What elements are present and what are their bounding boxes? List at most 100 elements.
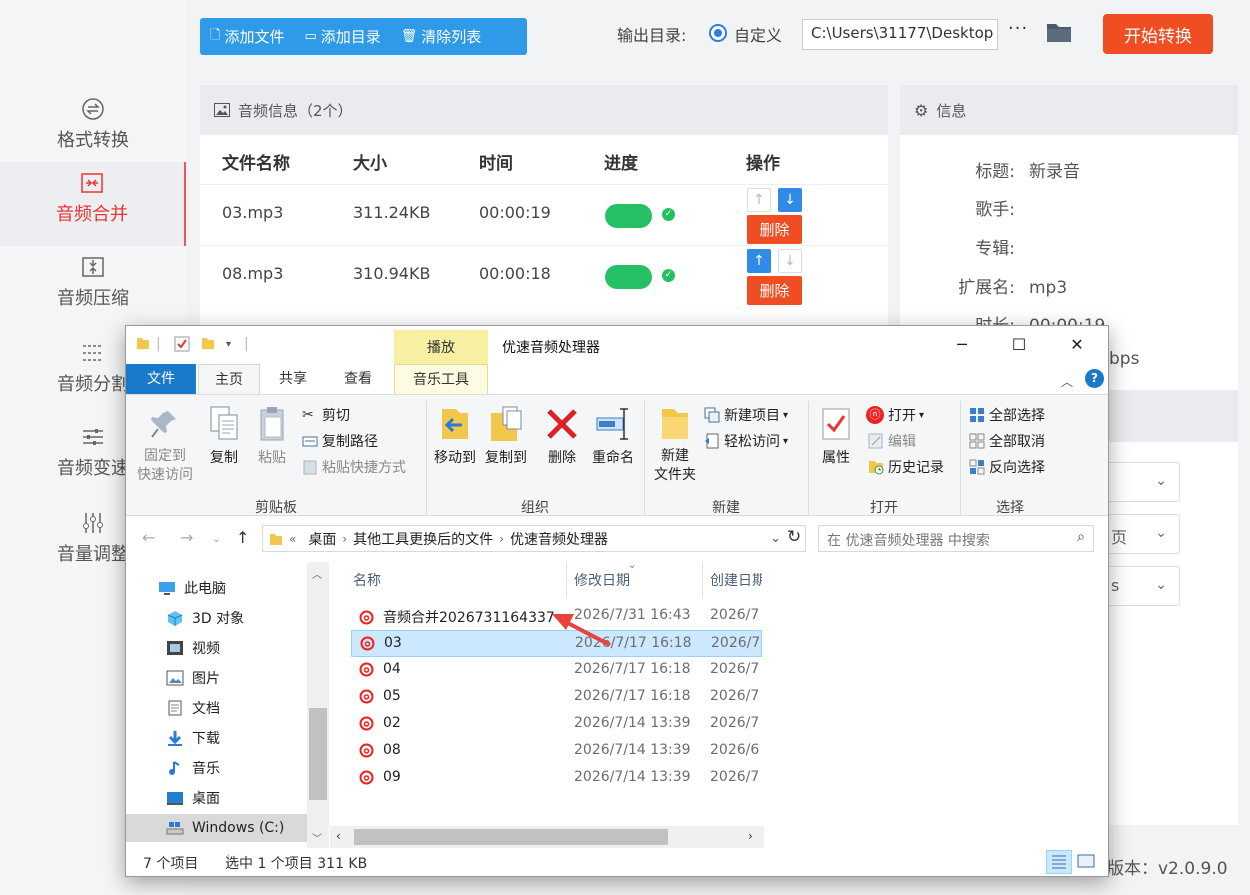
up-arrow-icon[interactable]: ↑ (236, 528, 249, 547)
nav-item-desktop[interactable]: 桌面 (166, 788, 220, 808)
quick-access-dropdown-icon[interactable]: ▾ (226, 339, 231, 350)
details-view-button[interactable] (1046, 850, 1072, 874)
file-list-scrollbar[interactable]: ‹ › (330, 826, 764, 848)
search-input[interactable]: 在 优速音频处理器 中搜索 ⌕ (818, 525, 1094, 552)
breadcrumb-overflow[interactable]: « (289, 532, 296, 546)
chevron-right-icon[interactable]: › (342, 532, 347, 546)
nav-item-pictures[interactable]: 图片 (166, 668, 220, 688)
column-header-modified[interactable]: 修改日期 (574, 570, 630, 590)
add-file-button[interactable]: 🗋 添加文件 (200, 18, 294, 55)
nav-item-downloads[interactable]: 下载 (166, 728, 220, 748)
move-up-button[interactable]: ↑ (747, 249, 771, 273)
column-header-created[interactable]: 创建日期 (710, 570, 762, 590)
move-down-button[interactable]: ↓ (778, 188, 802, 212)
file-row[interactable]: 02 2026/7/14 13:39 2026/7 (351, 711, 762, 738)
breadcrumb-desktop[interactable]: 桌面 (308, 529, 336, 549)
history-button[interactable]: 历史记录 (868, 457, 944, 477)
output-path-input[interactable]: C:\Users\31177\Desktop (802, 19, 998, 50)
large-icons-view-button[interactable] (1074, 850, 1100, 874)
copy-path-button[interactable]: 复制路径 (302, 431, 378, 451)
collapse-ribbon-icon[interactable]: ︿ (1061, 373, 1073, 390)
move-to-button[interactable]: 移动到 (431, 405, 479, 467)
new-item-button[interactable]: 新建项目 ▾ (704, 405, 788, 425)
sidebar-item-audio-compress[interactable]: 音频压缩 (0, 246, 186, 330)
file-row[interactable]: 05 2026/7/17 16:18 2026/7 (351, 684, 762, 711)
invert-selection-button[interactable]: 反向选择 (969, 457, 1045, 477)
paste-button[interactable]: 粘贴 (252, 405, 292, 467)
breadcrumb-other-tools[interactable]: 其他工具更换后的文件 (353, 529, 493, 549)
delete-button[interactable]: 删除 (747, 276, 802, 305)
select-all-button[interactable]: 全部选择 (969, 405, 1045, 425)
info-select[interactable]: s ⌄ (1104, 566, 1180, 606)
maximize-button[interactable]: ☐ (999, 332, 1039, 358)
paste-shortcut-button[interactable]: 粘贴快捷方式 (302, 457, 406, 477)
properties-button[interactable]: 属性 (816, 405, 856, 467)
file-row[interactable]: 08 2026/7/14 13:39 2026/6 (351, 738, 762, 765)
tab-share[interactable]: 共享 (263, 364, 323, 394)
info-select[interactable]: 页 ⌄ (1104, 514, 1180, 554)
back-arrow-icon[interactable]: ← (142, 528, 155, 547)
move-up-button[interactable]: ↑ (747, 188, 771, 212)
custom-output-radio-label[interactable]: 自定义 (734, 22, 782, 46)
copy-button[interactable]: 复制 (204, 405, 244, 467)
pin-quick-access-button[interactable]: 固定到 快速访问 (134, 405, 196, 485)
close-button[interactable]: ✕ (1057, 332, 1097, 358)
copy-to-button[interactable]: 复制到 (482, 405, 530, 467)
forward-arrow-icon[interactable]: → (180, 528, 193, 547)
delete-button[interactable]: 删除 (747, 215, 802, 244)
scroll-down-icon[interactable]: ﹀ (312, 830, 322, 845)
nav-item-music[interactable]: 音乐 (166, 758, 220, 778)
recent-locations-icon[interactable]: ⌄ (212, 532, 221, 545)
nav-scrollbar[interactable]: ︿ ﹀ (307, 562, 329, 848)
scroll-left-icon[interactable]: ‹ (336, 829, 341, 843)
new-folder-button[interactable]: 新建 文件夹 (650, 405, 700, 485)
nav-item-windows-c[interactable]: Windows (C:) (126, 814, 307, 842)
context-tab-play[interactable]: 播放 (394, 330, 488, 364)
nav-item-3d-objects[interactable]: 3D 对象 (166, 608, 244, 628)
edit-button[interactable]: 编辑 (868, 431, 916, 451)
tab-music-tools[interactable]: 音乐工具 (394, 364, 488, 394)
cut-button[interactable]: ✂ 剪切 (302, 405, 350, 425)
new-folder-quick-icon[interactable] (201, 336, 215, 354)
breadcrumb-current-folder[interactable]: 优速音频处理器 (510, 529, 608, 549)
nav-item-documents[interactable]: 文档 (166, 698, 220, 718)
help-icon[interactable]: ? (1085, 369, 1104, 388)
properties-quick-icon[interactable] (174, 336, 190, 356)
column-separator[interactable] (566, 562, 567, 598)
sidebar-item-audio-merge[interactable]: 音频合并 (0, 162, 186, 246)
open-button[interactable]: ⓝ 打开 ▾ (866, 405, 924, 425)
start-convert-button[interactable]: 开始转换 (1103, 14, 1213, 54)
column-header-name[interactable]: 名称 (353, 570, 381, 590)
more-options-button[interactable]: ··· (1008, 18, 1028, 39)
rename-button[interactable]: 重命名 (588, 405, 638, 467)
nav-item-this-pc[interactable]: 此电脑 (158, 578, 226, 598)
select-none-button[interactable]: 全部取消 (969, 431, 1045, 451)
chevron-right-icon[interactable]: › (499, 532, 504, 546)
scroll-right-icon[interactable]: › (748, 829, 753, 843)
easy-access-button[interactable]: 轻松访问 ▾ (704, 431, 788, 451)
sidebar-item-format-convert[interactable]: 格式转换 (0, 88, 186, 172)
delete-file-button[interactable]: 删除 (542, 405, 582, 467)
open-folder-icon[interactable] (1046, 21, 1072, 43)
address-dropdown-icon[interactable]: ⌄ (770, 531, 781, 546)
custom-output-radio[interactable] (709, 24, 727, 42)
clear-list-button[interactable]: 🗑 清除列表 (391, 18, 492, 55)
column-separator[interactable] (702, 562, 703, 598)
scrollbar-thumb[interactable] (309, 708, 327, 800)
nav-item-videos[interactable]: 视频 (166, 638, 220, 658)
move-down-button[interactable]: ↓ (778, 249, 802, 273)
minimize-button[interactable]: ─ (942, 332, 982, 358)
refresh-icon[interactable]: ↻ (787, 527, 801, 547)
tab-home[interactable]: 主页 (198, 364, 260, 394)
file-row[interactable]: 音频合并2026731164337 2026/7/31 16:43 2026/7 (351, 603, 762, 630)
add-folder-button[interactable]: ▭ 添加目录 (294, 18, 390, 55)
info-select[interactable]: ⌄ (1104, 462, 1180, 502)
scrollbar-thumb[interactable] (354, 829, 668, 845)
tab-file[interactable]: 文件 (126, 364, 196, 394)
file-row[interactable]: 04 2026/7/17 16:18 2026/7 (351, 657, 762, 684)
file-row[interactable]: 09 2026/7/14 13:39 2026/7 (351, 765, 762, 792)
file-row-selected[interactable]: 03 2026/7/17 16:18 2026/7 (351, 630, 762, 657)
address-bar[interactable]: « 桌面 › 其他工具更换后的文件 › 优速音频处理器 ⌄ (262, 525, 806, 552)
tab-view[interactable]: 查看 (328, 364, 388, 394)
scroll-up-icon[interactable]: ︿ (312, 566, 322, 581)
